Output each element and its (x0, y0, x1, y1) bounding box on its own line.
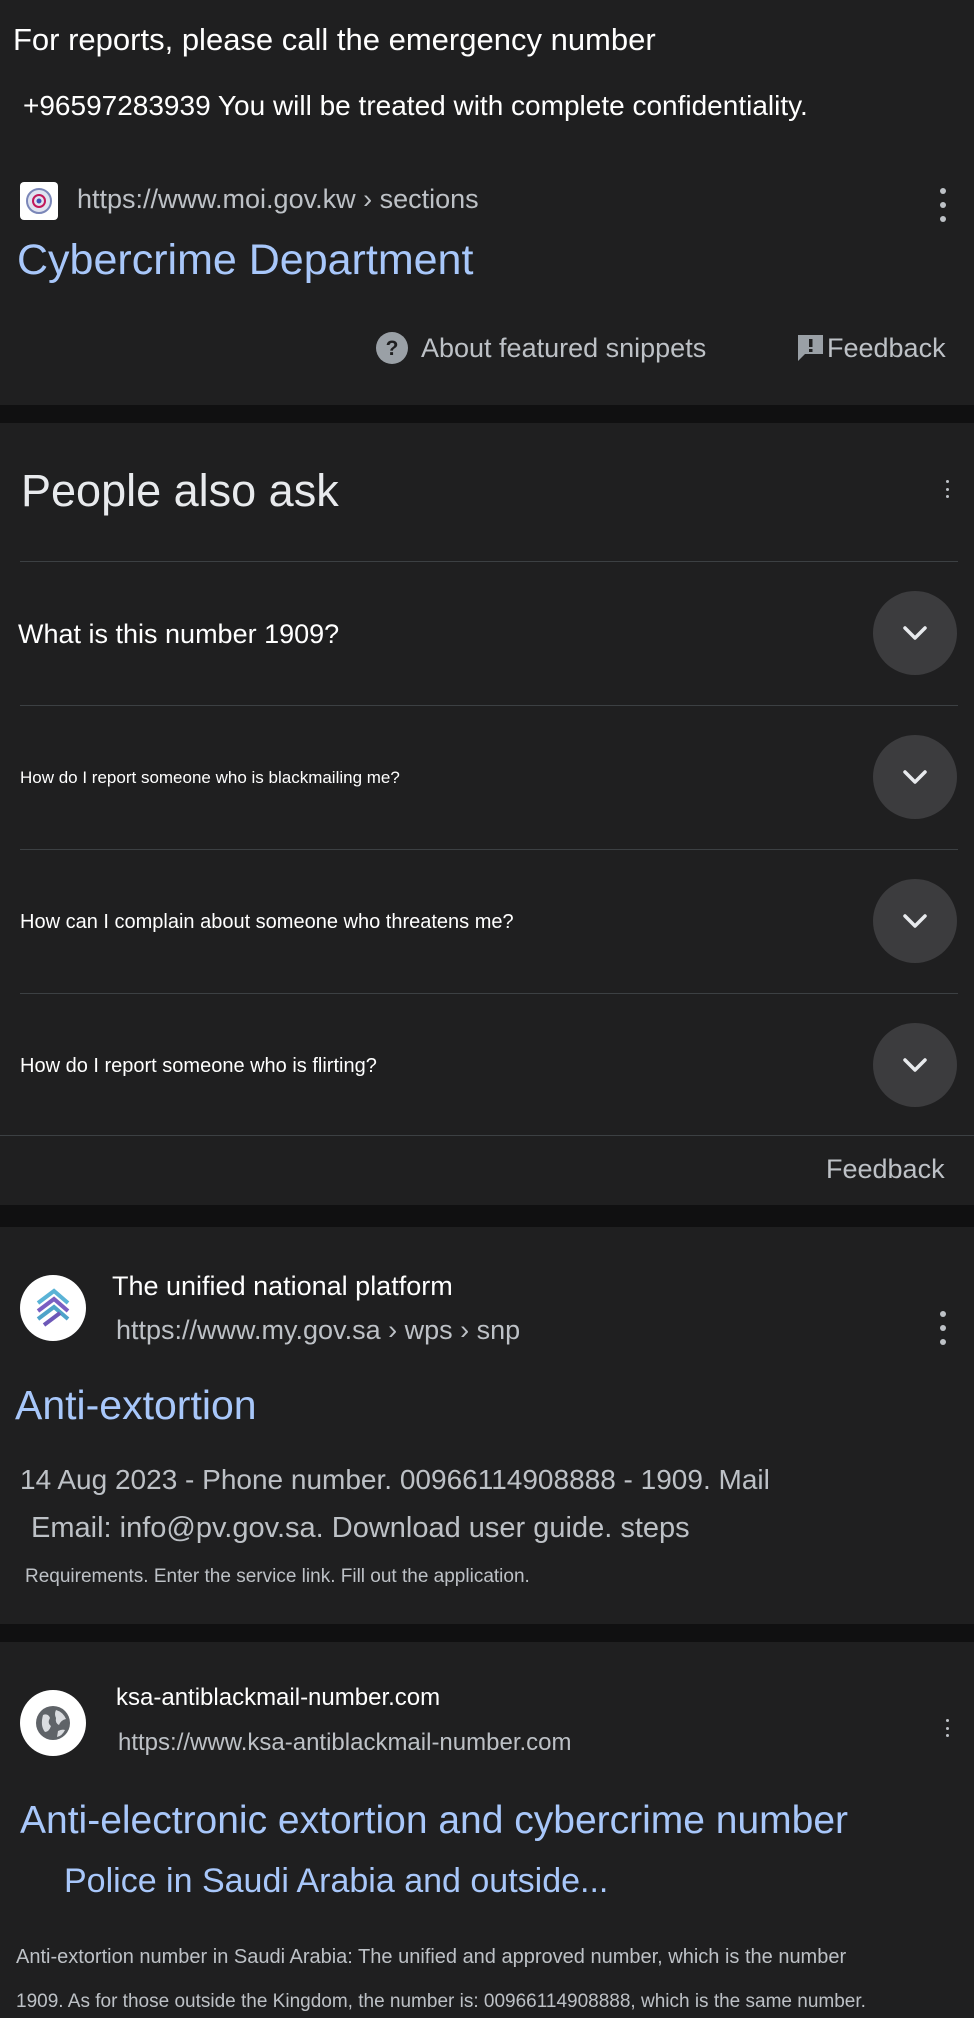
paa-question-text: What is this number 1909? (18, 619, 340, 649)
paa-question-3[interactable]: How can I complain about someone who thr… (0, 850, 974, 993)
result-description-line1: 14 Aug 2023 - Phone number. 009661149088… (20, 1464, 770, 1495)
globe-icon (20, 1690, 86, 1756)
result-description-line2: Email: info@pv.gov.sa. Download user gui… (31, 1512, 690, 1544)
result-description-line2: 1909. As for those outside the Kingdom, … (16, 1991, 866, 2012)
search-result-card: The unified national platform https://ww… (0, 1227, 974, 1624)
expand-button[interactable] (873, 591, 957, 675)
kebab-menu-icon[interactable] (933, 188, 953, 222)
people-also-ask-card: People also ask What is this number 1909… (0, 423, 974, 1205)
paa-question-4[interactable]: How do I report someone who is flirting? (0, 994, 974, 1137)
people-also-ask-heading: People also ask (21, 465, 339, 516)
result-url[interactable]: https://www.my.gov.sa › wps › snp (116, 1315, 520, 1346)
kebab-menu-icon[interactable] (937, 480, 957, 498)
search-result-card: ksa-antiblackmail-number.com https://www… (0, 1642, 974, 2018)
paa-question-text: How do I report someone who is flirting? (20, 1055, 377, 1077)
paa-feedback-button[interactable]: Feedback (826, 1154, 945, 1185)
snippet-text-line2: +96597283939 You will be treated with co… (23, 90, 808, 121)
snippet-text-line1: For reports, please call the emergency n… (13, 22, 656, 57)
feedback-label: Feedback (827, 332, 946, 363)
snippet-feedback-button[interactable]: Feedback (796, 331, 946, 365)
about-featured-snippets-label: About featured snippets (421, 332, 707, 363)
about-featured-snippets-button[interactable]: ? About featured snippets (376, 331, 706, 365)
kebab-menu-icon[interactable] (933, 1311, 953, 1345)
unified-platform-logo-icon (20, 1275, 86, 1341)
paa-question-1[interactable]: What is this number 1909? (0, 562, 974, 705)
expand-button[interactable] (873, 735, 957, 819)
section-divider (0, 1624, 974, 1642)
snippet-title-link[interactable]: Cybercrime Department (17, 236, 473, 285)
paa-question-2[interactable]: How do I report someone who is blackmail… (0, 706, 974, 849)
result-description-line1: Anti-extortion number in Saudi Arabia: T… (16, 1946, 847, 1968)
divider (0, 1135, 974, 1136)
feedback-icon (796, 333, 825, 363)
chevron-down-icon (903, 770, 927, 784)
paa-question-text: How do I report someone who is blackmail… (20, 768, 400, 787)
svg-text:?: ? (386, 337, 399, 360)
chevron-down-icon (903, 626, 927, 640)
expand-button[interactable] (873, 879, 957, 963)
result-title-link-line1[interactable]: Anti-electronic extortion and cybercrime… (20, 1799, 848, 1843)
chevron-down-icon (903, 914, 927, 928)
moi-favicon-icon (20, 182, 58, 220)
result-url[interactable]: https://www.ksa-antiblackmail-number.com (118, 1729, 572, 1757)
section-divider (0, 1205, 974, 1227)
result-description-line3: Requirements. Enter the service link. Fi… (25, 1566, 530, 1587)
result-site-name: The unified national platform (112, 1271, 453, 1301)
featured-snippet-card: For reports, please call the emergency n… (0, 0, 974, 405)
section-divider (0, 405, 974, 423)
help-circle-icon: ? (376, 332, 408, 364)
result-title-link[interactable]: Anti-extortion (15, 1382, 257, 1429)
expand-button[interactable] (873, 1023, 957, 1107)
chevron-down-icon (903, 1058, 927, 1072)
result-title-link-line2[interactable]: Police in Saudi Arabia and outside... (64, 1862, 608, 1901)
snippet-source-url[interactable]: https://www.moi.gov.kw › sections (77, 184, 479, 215)
kebab-menu-icon[interactable] (937, 1719, 957, 1737)
result-site-name: ksa-antiblackmail-number.com (116, 1684, 441, 1711)
paa-question-text: How can I complain about someone who thr… (20, 911, 514, 933)
